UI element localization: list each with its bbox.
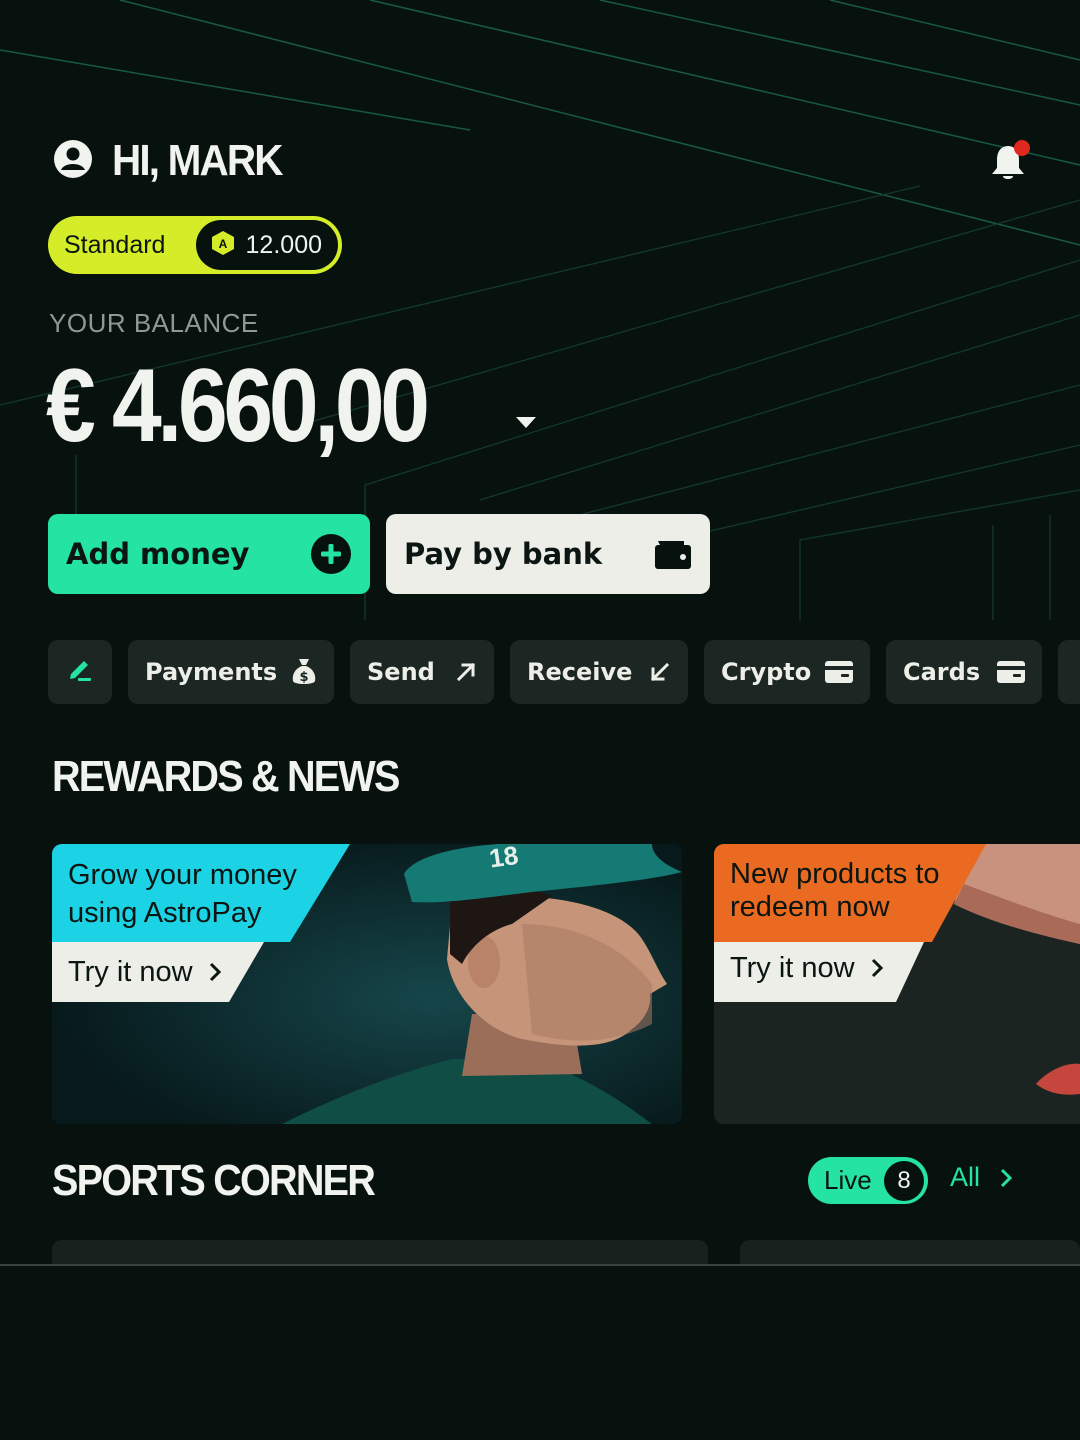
balance-amount: € 4.660,00 [46,348,430,464]
svg-text:A: A [218,237,227,251]
points-value: 12.000 [245,230,322,259]
arrow-down-left-icon [649,661,671,683]
wallet-icon [654,537,692,571]
receive-label: Receive [527,658,633,686]
sports-section-title: SPORTS CORNER [52,1156,376,1205]
edit-shortcuts-button[interactable] [48,640,112,704]
quick-actions: Payments $ Send Receive Crypto Cards [48,640,1080,704]
try-it-now-link[interactable]: Try it now [52,942,223,1002]
notifications-button[interactable] [988,138,1032,184]
promo-card-redeem[interactable]: New products to redeem now Try it now [714,844,1080,1124]
plus-circle-icon [310,533,352,575]
promo-title: New products to redeem now [730,858,940,923]
add-money-button[interactable]: Add money [48,514,370,594]
sport-event-card[interactable] [740,1240,1080,1265]
money-bag-icon: $ [291,657,317,687]
more-chip[interactable] [1058,640,1080,704]
promo-title: Grow your money using AstroPay [68,859,297,929]
all-label: All [950,1162,981,1192]
balance-dropdown-icon[interactable] [514,414,538,434]
svg-text:$: $ [299,670,308,685]
tier-badge[interactable]: Standard A 12.000 [48,216,342,274]
live-filter-button[interactable]: Live 8 [808,1157,928,1204]
send-chip[interactable]: Send [350,640,494,704]
chevron-right-icon [209,962,221,982]
cards-label: Cards [903,658,981,686]
card-icon [997,661,1025,683]
points-badge: A 12.000 [195,220,338,270]
receive-chip[interactable]: Receive [510,640,688,704]
divider [0,1264,1080,1266]
crypto-chip[interactable]: Crypto [704,640,870,704]
chevron-right-icon [1000,1168,1013,1187]
sport-event-card[interactable] [52,1240,708,1265]
promo-card-grow[interactable]: 18 Grow your money using AstroPay Try it… [52,844,682,1124]
payments-chip[interactable]: Payments $ [128,640,334,704]
balance-label: YOUR BALANCE [49,308,259,338]
astro-coin-icon: A [210,230,236,260]
try-it-now-link[interactable]: Try it now [714,938,885,998]
profile-icon[interactable] [52,138,94,184]
tier-name: Standard [64,230,166,259]
payments-label: Payments [145,658,278,686]
send-label: Send [367,658,435,686]
pay-by-bank-button[interactable]: Pay by bank [386,514,710,594]
cards-chip[interactable]: Cards [886,640,1042,704]
bell-icon [992,140,1030,179]
greeting-row: HI, MARK [52,136,296,186]
greeting-text: HI, MARK [112,136,284,185]
pay-by-bank-label: Pay by bank [404,537,603,571]
crypto-label: Crypto [721,658,812,686]
live-label: Live [824,1165,872,1195]
live-count-badge: 8 [884,1160,924,1201]
notification-dot [1014,140,1030,156]
card-icon [825,661,853,683]
rewards-section-title: REWARDS & NEWS [52,752,400,801]
arrow-up-right-icon [455,661,477,683]
all-sports-link[interactable]: All [950,1162,1014,1193]
pencil-icon [66,655,94,689]
add-money-label: Add money [66,537,250,571]
chevron-right-icon [871,958,883,978]
